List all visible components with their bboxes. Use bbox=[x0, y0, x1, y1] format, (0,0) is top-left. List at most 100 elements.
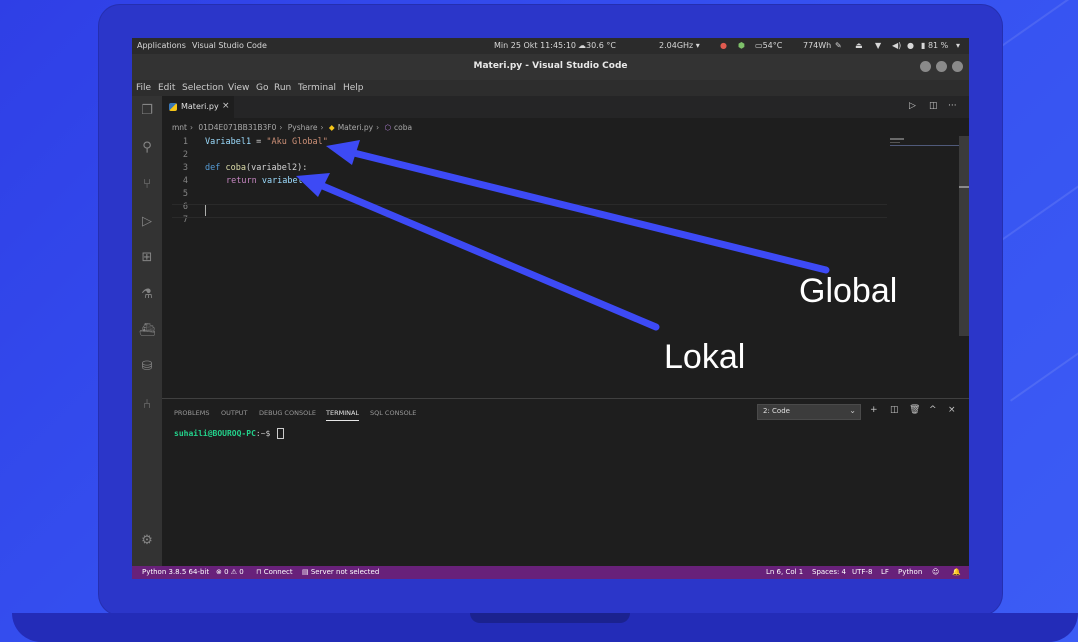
weather-value: 30.6 °C bbox=[586, 41, 616, 50]
split-terminal-icon[interactable]: ◫ bbox=[890, 405, 899, 415]
trash-icon[interactable]: 🗑 bbox=[909, 405, 920, 415]
encoding[interactable]: UTF-8 bbox=[852, 568, 872, 576]
volume-icon[interactable]: ◀) bbox=[892, 41, 901, 50]
testing-icon[interactable]: ⚗ bbox=[138, 286, 156, 304]
annotation-lokal: Lokal bbox=[664, 338, 746, 376]
maximize-panel-icon[interactable]: ^ bbox=[929, 405, 937, 415]
cpu-value: 2.04GHz bbox=[659, 41, 694, 50]
breadcrumb-separator-icon: › bbox=[320, 123, 324, 132]
plug-icon: ⊓ bbox=[256, 568, 262, 576]
code-line: 4 return variabel bbox=[162, 176, 952, 189]
menu-file[interactable]: File bbox=[136, 83, 151, 93]
background-decoration bbox=[1010, 331, 1078, 402]
menu-go[interactable]: Go bbox=[256, 83, 268, 93]
language-mode[interactable]: Python bbox=[898, 568, 922, 576]
docker-icon[interactable]: ⛴ bbox=[138, 322, 156, 340]
run-debug-icon[interactable]: ▷ bbox=[138, 213, 156, 231]
extensions-icon[interactable]: ⊞ bbox=[138, 249, 156, 267]
problems-count[interactable]: ⊗ 0 ⚠ 0 bbox=[216, 568, 244, 576]
title-bar: Materi.py - Visual Studio Code bbox=[132, 54, 969, 80]
settings-gear-icon[interactable]: ⚙ bbox=[138, 532, 156, 550]
menu-help[interactable]: Help bbox=[343, 83, 364, 93]
menu-terminal[interactable]: Terminal bbox=[298, 83, 336, 93]
python-file-icon bbox=[169, 103, 177, 111]
menu-selection[interactable]: Selection bbox=[182, 83, 223, 93]
temperature-value: 54°C bbox=[762, 41, 783, 50]
bottom-panel: PROBLEMS OUTPUT DEBUG CONSOLE TERMINAL S… bbox=[162, 398, 969, 567]
notifications-bell-icon[interactable]: 🔔 bbox=[952, 568, 961, 576]
annotation-global: Global bbox=[799, 272, 898, 310]
tab-materi-py[interactable]: Materi.py × bbox=[162, 96, 234, 118]
power-indicator[interactable]: 774Wh bbox=[803, 41, 831, 50]
weather-indicator[interactable]: ☁30.6 °C bbox=[578, 41, 616, 50]
python-interpreter[interactable]: Python 3.8.5 64-bit bbox=[142, 568, 209, 576]
editor-scrollbar[interactable] bbox=[959, 136, 969, 336]
minimap-viewport bbox=[890, 145, 960, 146]
close-window-button[interactable] bbox=[952, 61, 963, 72]
cpu-indicator[interactable]: 2.04GHz ▾ bbox=[659, 41, 700, 50]
split-editor-icon[interactable]: ◫ bbox=[929, 101, 938, 111]
tab-label: Materi.py bbox=[181, 102, 219, 111]
menu-edit[interactable]: Edit bbox=[158, 83, 175, 93]
breadcrumb-item-pyshare[interactable]: Pyshare bbox=[288, 123, 318, 132]
close-tab-icon[interactable]: × bbox=[222, 101, 230, 111]
prompt-path: :~$ bbox=[255, 429, 276, 438]
activity-bar: ❐ ⚲ ⑂ ▷ ⊞ ⚗ ⛴ ⛁ ⑃ ⚙ bbox=[132, 96, 162, 566]
terminal-prompt[interactable]: suhaili@BOUROQ-PC:~$ bbox=[174, 428, 285, 439]
code-text: return variabel bbox=[226, 176, 303, 186]
menu-view[interactable]: View bbox=[228, 83, 249, 93]
minimap-line bbox=[890, 138, 904, 140]
battery-value: 81 % bbox=[927, 41, 949, 50]
tab-terminal[interactable]: TERMINAL bbox=[326, 409, 360, 421]
tab-debug-console[interactable]: DEBUG CONSOLE bbox=[259, 409, 316, 417]
minimap-line bbox=[890, 142, 900, 143]
source-control-icon[interactable]: ⑂ bbox=[138, 176, 156, 194]
microphone-icon[interactable]: ● bbox=[907, 41, 914, 50]
breadcrumb-item-mnt[interactable]: mnt bbox=[172, 123, 187, 132]
search-icon[interactable]: ⚲ bbox=[138, 139, 156, 157]
tab-sql-console[interactable]: SQL CONSOLE bbox=[370, 409, 416, 417]
laptop-notch bbox=[470, 613, 630, 623]
minimize-button[interactable] bbox=[920, 61, 931, 72]
minimap[interactable] bbox=[890, 136, 960, 146]
applications-menu[interactable]: Applications bbox=[137, 41, 186, 50]
breadcrumb-separator-icon: › bbox=[376, 123, 380, 132]
shield-icon[interactable]: ⬢ bbox=[738, 41, 745, 50]
code-editor[interactable]: 1 Variabel1 = "Aku Global" 2 3 def coba(… bbox=[162, 136, 952, 398]
menu-run[interactable]: Run bbox=[274, 83, 291, 93]
indentation[interactable]: Spaces: 4 bbox=[812, 568, 846, 576]
database-icon[interactable]: ⛁ bbox=[138, 358, 156, 376]
more-actions-icon[interactable]: ··· bbox=[948, 101, 957, 111]
breadcrumb-item-function[interactable]: coba bbox=[394, 123, 412, 132]
new-terminal-icon[interactable]: + bbox=[870, 405, 878, 415]
line-number: 5 bbox=[182, 189, 188, 199]
connect-status[interactable]: ⊓ Connect bbox=[256, 568, 293, 576]
tab-output[interactable]: OUTPUT bbox=[221, 409, 248, 417]
close-panel-icon[interactable]: × bbox=[948, 405, 956, 415]
battery-indicator[interactable]: ▮ 81 % bbox=[921, 41, 948, 50]
variable-token: variabel bbox=[261, 176, 303, 186]
end-of-line[interactable]: LF bbox=[881, 568, 889, 576]
feedback-icon[interactable]: ☺ bbox=[932, 568, 939, 576]
code-line: 1 Variabel1 = "Aku Global" bbox=[162, 137, 952, 150]
terminal-select-value: 2: Code bbox=[763, 407, 790, 415]
wifi-icon[interactable]: ▼ bbox=[875, 41, 881, 50]
brightness-icon[interactable]: ✎ bbox=[835, 41, 842, 50]
maximize-button[interactable] bbox=[936, 61, 947, 72]
git-graph-icon[interactable]: ⑃ bbox=[138, 396, 156, 414]
active-app-name[interactable]: Visual Studio Code bbox=[192, 41, 267, 50]
eject-icon[interactable]: ⏏ bbox=[855, 41, 863, 50]
system-menu-chevron-icon[interactable]: ▾ bbox=[956, 41, 960, 50]
tab-problems[interactable]: PROBLEMS bbox=[174, 409, 209, 417]
explorer-icon[interactable]: ❐ bbox=[138, 102, 156, 120]
temperature-indicator[interactable]: ▭54°C bbox=[755, 41, 782, 50]
cursor-position[interactable]: Ln 6, Col 1 bbox=[766, 568, 803, 576]
breadcrumb-item-drive[interactable]: 01D4E071BB31B3F0 bbox=[198, 123, 276, 132]
terminal-select[interactable]: 2: Code ⌄ bbox=[757, 404, 861, 420]
clock[interactable]: Min 25 Okt 11:45:10 bbox=[494, 41, 576, 50]
breadcrumb-item-file[interactable]: Materi.py bbox=[338, 123, 373, 132]
server-status[interactable]: ▤ Server not selected bbox=[302, 568, 379, 576]
function-name-token: coba bbox=[225, 163, 246, 173]
record-icon[interactable]: ● bbox=[720, 41, 727, 50]
run-file-icon[interactable]: ▷ bbox=[909, 101, 916, 111]
